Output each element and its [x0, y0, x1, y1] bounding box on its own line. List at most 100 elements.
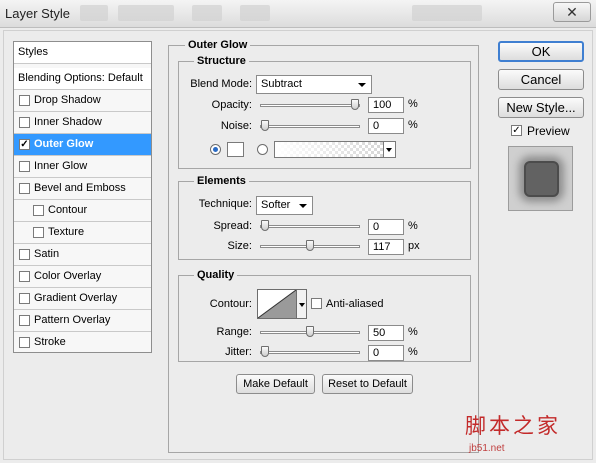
style-item-label: Satin [34, 248, 60, 260]
styles-header: Styles [14, 42, 151, 64]
style-item-inner-shadow[interactable]: Inner Shadow [14, 112, 151, 134]
ghost-toolbar-item [118, 5, 174, 21]
bevel-emboss-checkbox[interactable] [19, 183, 30, 194]
reset-to-default-button[interactable]: Reset to Default [322, 374, 413, 394]
watermark-main: 脚本之家 [465, 414, 561, 438]
close-button[interactable]: ✕ [553, 2, 591, 22]
style-item-satin[interactable]: Satin [14, 244, 151, 266]
style-item-label: Drop Shadow [34, 94, 101, 106]
style-item-label: Outer Glow [34, 138, 94, 150]
glow-color-swatch[interactable] [227, 142, 244, 157]
preview-label: Preview [527, 124, 570, 138]
gradient-preview [275, 142, 383, 157]
make-default-button[interactable]: Make Default [236, 374, 315, 394]
quality-title: Quality [194, 269, 238, 281]
range-input[interactable]: 50 [368, 325, 404, 341]
style-item-drop-shadow[interactable]: Drop Shadow [14, 90, 151, 112]
elements-title: Elements [194, 175, 249, 187]
close-icon: ✕ [566, 4, 578, 20]
preview-shape [524, 161, 559, 197]
style-item-inner-glow[interactable]: Inner Glow [14, 156, 151, 178]
style-item-outer-glow[interactable]: ✓ Outer Glow [14, 134, 151, 156]
blend-mode-select[interactable]: Subtract [256, 75, 372, 94]
preview-checkbox[interactable]: ✓ [511, 125, 522, 136]
style-item-label: Inner Glow [34, 160, 88, 172]
anti-aliased-label: Anti-aliased [326, 298, 384, 310]
solid-color-radio[interactable] [210, 144, 221, 155]
style-item-label: Stroke [34, 336, 66, 348]
noise-slider[interactable] [260, 120, 360, 131]
style-item-contour[interactable]: Contour [14, 200, 151, 222]
jitter-slider[interactable] [260, 346, 360, 357]
technique-label: Technique: [198, 198, 252, 210]
opacity-slider[interactable] [260, 99, 360, 110]
opacity-label: Opacity: [211, 99, 252, 111]
title-bar: Layer Style ✕ [0, 0, 596, 28]
contour-dropdown-button[interactable] [297, 289, 307, 319]
size-slider[interactable] [260, 240, 360, 251]
drop-shadow-checkbox[interactable] [19, 95, 30, 106]
style-item-label: Texture [48, 226, 85, 238]
style-item-gradient-overlay[interactable]: Gradient Overlay [14, 288, 151, 310]
opacity-slider-thumb[interactable] [351, 99, 359, 110]
gradient-picker[interactable] [274, 141, 396, 158]
style-item-pattern-overlay[interactable]: Pattern Overlay [14, 310, 151, 332]
contour-checkbox[interactable] [33, 205, 44, 216]
anti-aliased-checkbox[interactable] [311, 298, 322, 309]
jitter-unit: % [408, 346, 418, 358]
range-slider[interactable] [260, 326, 360, 337]
range-label: Range: [216, 326, 252, 338]
texture-checkbox[interactable] [33, 227, 44, 238]
style-item-color-overlay[interactable]: Color Overlay [14, 266, 151, 288]
range-slider-thumb[interactable] [306, 326, 314, 337]
structure-title: Structure [194, 55, 249, 67]
inner-shadow-checkbox[interactable] [19, 117, 30, 128]
gradient-radio[interactable] [257, 144, 268, 155]
ghost-toolbar-item [192, 5, 222, 21]
chevron-down-icon[interactable] [383, 142, 395, 157]
noise-unit: % [408, 119, 418, 131]
noise-slider-thumb[interactable] [261, 120, 269, 131]
chevron-down-icon [358, 83, 366, 87]
outer-glow-checkbox[interactable]: ✓ [19, 139, 30, 150]
cancel-button[interactable]: Cancel [498, 69, 584, 90]
noise-input[interactable]: 0 [368, 118, 404, 134]
blending-options-label: Blending Options: Default [18, 72, 143, 84]
styles-list: Styles Blending Options: Default Drop Sh… [13, 41, 152, 353]
style-item-label: Inner Shadow [34, 116, 102, 128]
styles-header-label: Styles [18, 46, 48, 58]
watermark: 脚本之家 jb51.net [465, 410, 593, 460]
style-item-label: Contour [48, 204, 88, 216]
style-item-bevel-emboss[interactable]: Bevel and Emboss [14, 178, 151, 200]
satin-checkbox[interactable] [19, 249, 30, 260]
technique-value: Softer [261, 199, 291, 211]
contour-picker[interactable] [257, 289, 297, 319]
opacity-unit: % [408, 98, 418, 110]
size-input[interactable]: 117 [368, 239, 404, 255]
spread-slider-thumb[interactable] [261, 220, 269, 231]
jitter-slider-thumb[interactable] [261, 346, 269, 357]
size-label: Size: [227, 240, 252, 252]
new-style-button[interactable]: New Style... [498, 97, 584, 118]
style-item-label: Gradient Overlay [34, 292, 118, 304]
size-unit: px [408, 240, 420, 252]
technique-select[interactable]: Softer [256, 196, 313, 215]
inner-glow-checkbox[interactable] [19, 161, 30, 172]
jitter-input[interactable]: 0 [368, 345, 404, 361]
stroke-checkbox[interactable] [19, 337, 30, 348]
spread-slider[interactable] [260, 220, 360, 231]
style-item-texture[interactable]: Texture [14, 222, 151, 244]
gradient-overlay-checkbox[interactable] [19, 293, 30, 304]
spread-input[interactable]: 0 [368, 219, 404, 235]
ok-button[interactable]: OK [498, 41, 584, 62]
style-item-stroke[interactable]: Stroke [14, 332, 151, 354]
color-overlay-checkbox[interactable] [19, 271, 30, 282]
outer-glow-title: Outer Glow [185, 39, 251, 51]
blending-options-item[interactable]: Blending Options: Default [14, 68, 151, 90]
style-preview-thumbnail [508, 146, 573, 211]
size-slider-thumb[interactable] [306, 240, 314, 251]
pattern-overlay-checkbox[interactable] [19, 315, 30, 326]
spread-label: Spread: [213, 220, 252, 232]
opacity-input[interactable]: 100 [368, 97, 404, 113]
style-item-label: Color Overlay [34, 270, 102, 282]
